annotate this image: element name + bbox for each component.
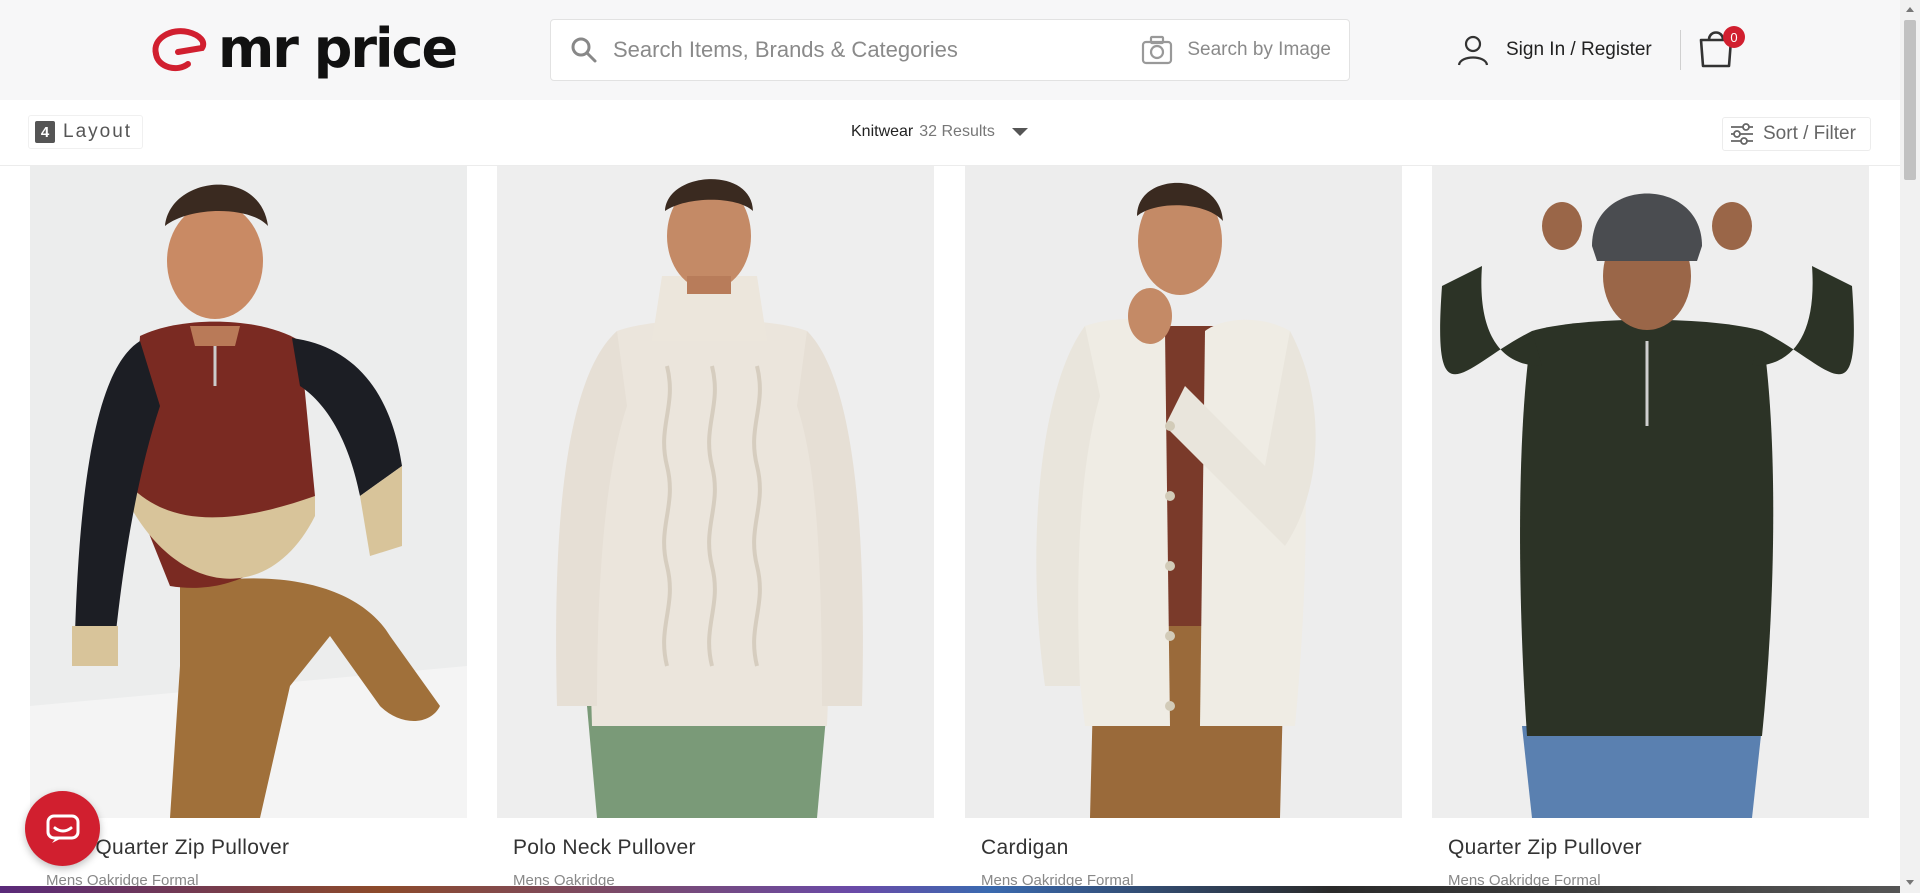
- product-card[interactable]: ured Quarter Zip Pullover Mens Oakridge …: [30, 166, 467, 889]
- product-image[interactable]: [965, 166, 1402, 818]
- next-row-images-preview: [0, 886, 1900, 893]
- page-scrollbar[interactable]: [1900, 0, 1920, 893]
- sort-filter-button[interactable]: Sort / Filter: [1722, 117, 1871, 151]
- results-count: 32 Results: [919, 123, 995, 140]
- product-card[interactable]: Polo Neck Pullover Mens Oakridge: [497, 166, 934, 889]
- product-image[interactable]: [497, 166, 934, 818]
- search-bar[interactable]: Search by Image: [550, 19, 1350, 81]
- scroll-up-arrow-icon[interactable]: [1905, 4, 1915, 14]
- logo-mark-icon: [152, 28, 207, 72]
- camera-icon: [1142, 35, 1173, 65]
- product-card[interactable]: Quarter Zip Pullover Mens Oakridge Forma…: [1432, 166, 1869, 889]
- user-icon: [1457, 35, 1489, 66]
- cart-count-badge: 0: [1723, 26, 1745, 48]
- product-photo-illustration: [497, 166, 934, 818]
- chat-button[interactable]: [25, 791, 100, 866]
- header-divider: [1680, 30, 1681, 70]
- product-card[interactable]: Cardigan Mens Oakridge Formal: [965, 166, 1402, 889]
- product-title[interactable]: Quarter Zip Pullover: [1448, 836, 1642, 860]
- scrollbar-thumb[interactable]: [1904, 20, 1916, 180]
- search-by-image-label: Search by Image: [1187, 39, 1331, 60]
- search-input[interactable]: [613, 37, 1133, 63]
- site-header: mr price Search by Image Sign In / Regis…: [0, 0, 1900, 100]
- product-photo-illustration: [965, 166, 1402, 818]
- product-grid: ured Quarter Zip Pullover Mens Oakridge …: [30, 166, 1870, 893]
- category-results-dropdown[interactable]: Knitwear 32 Results: [851, 120, 1031, 144]
- sign-in-link[interactable]: Sign In / Register: [1456, 28, 1652, 72]
- product-title[interactable]: Polo Neck Pullover: [513, 836, 696, 860]
- product-photo-illustration: [30, 166, 467, 818]
- product-image[interactable]: [30, 166, 467, 818]
- sign-in-label: Sign In / Register: [1506, 39, 1652, 60]
- chat-bubble-icon: [46, 814, 79, 843]
- layout-toggle-button[interactable]: 4 Layout: [28, 115, 144, 149]
- scroll-down-arrow-icon[interactable]: [1905, 878, 1915, 888]
- category-name: Knitwear: [851, 123, 914, 140]
- search-icon[interactable]: [569, 35, 599, 65]
- sliders-icon: [1731, 123, 1753, 145]
- layout-label: Layout: [63, 121, 133, 142]
- sort-filter-label: Sort / Filter: [1763, 123, 1856, 144]
- layout-number: 4: [35, 121, 55, 143]
- search-by-image-button[interactable]: Search by Image: [1141, 20, 1331, 80]
- product-photo-illustration: [1432, 166, 1869, 818]
- product-image[interactable]: [1432, 166, 1869, 818]
- site-logo[interactable]: mr price: [148, 17, 458, 80]
- product-title[interactable]: Cardigan: [981, 836, 1069, 860]
- listing-toolbar: 4 Layout Knitwear 32 Results Sort / Filt…: [0, 100, 1900, 166]
- caret-down-icon: [1011, 128, 1028, 136]
- logo-wordmark: mr price: [218, 17, 458, 80]
